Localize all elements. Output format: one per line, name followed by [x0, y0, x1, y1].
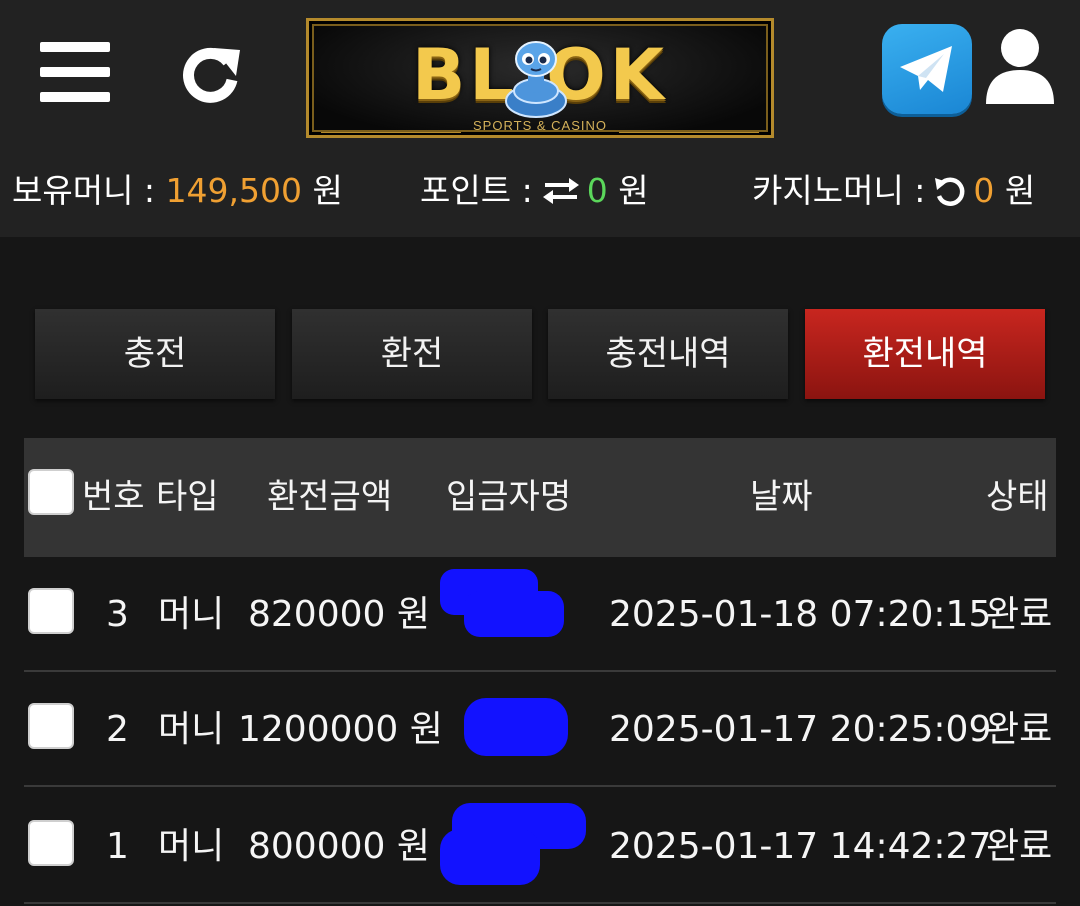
telegram-icon[interactable]	[882, 24, 972, 114]
point-balance: 포인트 : 0 원	[420, 160, 649, 222]
tab-withdraw-history[interactable]: 환전내역	[805, 309, 1045, 399]
exchange-arrows-icon[interactable]	[541, 176, 581, 206]
snake-mascot-icon	[505, 41, 567, 118]
col-type: 타입	[156, 477, 219, 517]
row-amount: 1200000 원	[238, 709, 443, 750]
table-row[interactable]: 1 머니 800000 원 2025-01-17 14:42:27 완료	[24, 789, 1056, 904]
money-balance: 보유머니 : 149,500 원	[12, 160, 343, 222]
col-number: 번호	[82, 477, 145, 517]
col-depositor-name: 입금자명	[446, 477, 572, 517]
casino-balance: 카지노머니 : 0 원	[752, 160, 1035, 222]
hamburger-menu-icon[interactable]	[40, 42, 110, 102]
refresh-icon[interactable]	[178, 40, 244, 106]
redacted-depositor-name	[464, 698, 568, 756]
casino-refresh-icon[interactable]	[933, 174, 967, 208]
casino-value: 0	[973, 171, 995, 210]
col-amount: 환전금액	[267, 477, 393, 517]
tab-deposit[interactable]: 충전	[35, 309, 275, 399]
row-number: 3	[106, 594, 129, 635]
row-type: 머니	[158, 594, 225, 635]
logo-subtitle: SPORTS & CASINO	[473, 118, 607, 133]
redacted-depositor-name	[440, 829, 540, 885]
row-checkbox[interactable]	[28, 703, 74, 749]
tab-withdraw[interactable]: 환전	[292, 309, 532, 399]
row-amount: 800000 원	[248, 826, 430, 867]
col-status: 상태	[986, 477, 1049, 517]
tab-deposit-history[interactable]: 충전내역	[548, 309, 788, 399]
row-type: 머니	[158, 826, 225, 867]
row-date: 2025-01-17 14:42:27	[609, 826, 992, 867]
row-date: 2025-01-17 20:25:09	[609, 709, 992, 750]
select-all-checkbox[interactable]	[28, 469, 74, 515]
point-unit: 원	[618, 171, 649, 210]
money-value: 149,500	[165, 171, 303, 210]
point-label: 포인트 :	[420, 171, 533, 210]
casino-label: 카지노머니 :	[752, 171, 926, 210]
row-type: 머니	[158, 709, 225, 750]
row-date: 2025-01-18 07:20:15	[609, 594, 992, 635]
site-logo[interactable]: BL OK SPORTS & CASINO	[306, 18, 774, 138]
row-status: 완료	[986, 826, 1053, 867]
casino-unit: 원	[1004, 171, 1036, 210]
row-status: 완료	[986, 709, 1053, 750]
row-checkbox[interactable]	[28, 588, 74, 634]
row-number: 1	[106, 826, 129, 867]
table-header: 번호 타입 환전금액 입금자명 날짜 상태	[24, 438, 1056, 557]
table-row[interactable]: 3 머니 820000 원 2025-01-18 07:20:15 완료	[24, 557, 1056, 672]
row-status: 완료	[986, 594, 1053, 635]
top-header: BL OK SPORTS & CASINO 보유머니 : 149,500 원 포…	[0, 0, 1080, 237]
redacted-depositor-name	[464, 591, 564, 637]
table-row[interactable]: 2 머니 1200000 원 2025-01-17 20:25:09 완료	[24, 672, 1056, 787]
money-label: 보유머니 :	[12, 171, 156, 210]
row-amount: 820000 원	[248, 594, 430, 635]
col-date: 날짜	[750, 477, 813, 517]
row-checkbox[interactable]	[28, 820, 74, 866]
row-number: 2	[106, 709, 129, 750]
point-value: 0	[586, 171, 608, 210]
balance-bar: 보유머니 : 149,500 원 포인트 : 0 원 카지노머니 : 0 원	[0, 160, 1080, 222]
money-unit: 원	[312, 171, 343, 210]
user-profile-icon[interactable]	[986, 28, 1054, 104]
tab-bar: 충전 환전 충전내역 환전내역	[35, 309, 1045, 399]
